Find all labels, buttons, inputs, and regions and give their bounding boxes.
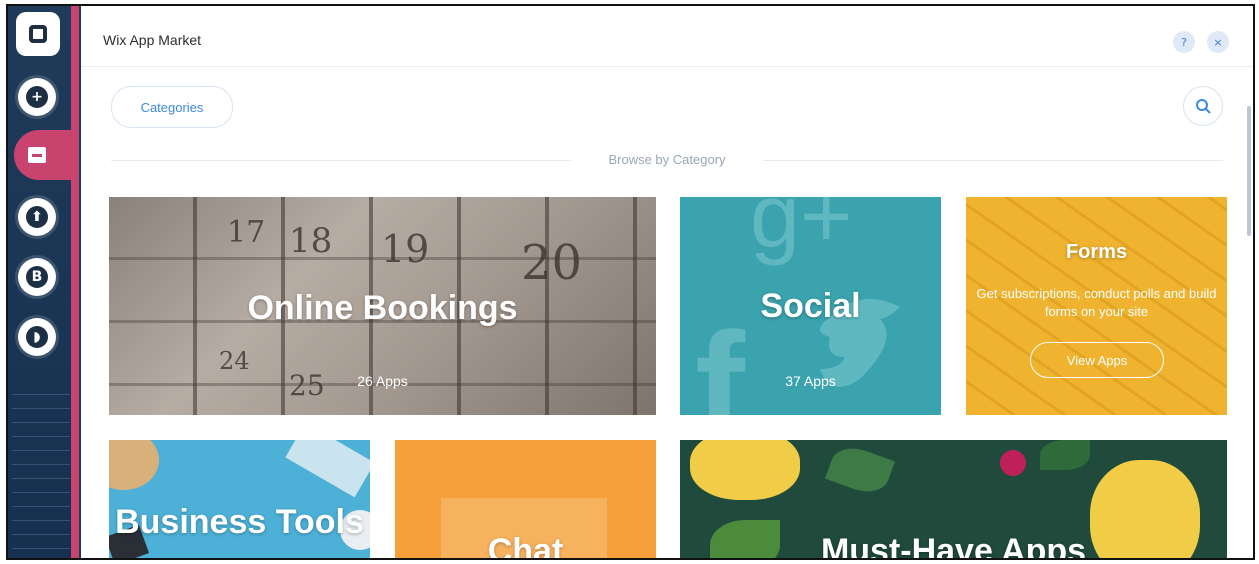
category-title: Chat	[487, 532, 564, 560]
sidebar-item-chat[interactable]: ◗	[18, 318, 56, 356]
category-tile-social[interactable]: g+ f Social 37 Apps	[680, 197, 941, 415]
calendar-number: 17	[227, 215, 266, 250]
app-market-panel: Wix App Market ? × Categories Browse by …	[81, 6, 1253, 558]
chat-icon: ◗	[26, 326, 48, 348]
app-market-icon	[28, 147, 46, 163]
blog-icon: B	[26, 266, 48, 288]
category-title: Business Tools	[115, 503, 364, 541]
close-button[interactable]: ×	[1207, 31, 1229, 53]
category-tile-chat[interactable]: Chat	[395, 440, 656, 560]
help-button[interactable]: ?	[1173, 31, 1195, 53]
browse-heading: Browse by Category	[608, 152, 726, 167]
categories-button[interactable]: Categories	[111, 86, 233, 128]
close-icon: ×	[1213, 35, 1223, 49]
sidebar-item-app-market[interactable]	[14, 130, 76, 180]
add-icon: +	[26, 86, 48, 108]
pages-icon	[29, 25, 47, 43]
background-code	[12, 386, 70, 556]
calendar-number: 18	[289, 221, 333, 261]
category-tile-forms[interactable]: Forms Get subscriptions, conduct polls a…	[966, 197, 1227, 415]
category-title: Online Bookings	[247, 289, 518, 327]
help-icon: ?	[1181, 35, 1187, 49]
category-app-count: 37 Apps	[785, 373, 836, 389]
sidebar-accent-strip	[71, 6, 79, 558]
panel-title: Wix App Market	[103, 32, 202, 48]
svg-text:g+: g+	[750, 197, 853, 267]
category-description: Get subscriptions, conduct polls and bui…	[976, 286, 1217, 319]
browse-by-category-divider: Browse by Category	[111, 152, 1223, 168]
search-icon	[1196, 99, 1211, 114]
sidebar-item-blog[interactable]: B	[18, 258, 56, 296]
category-tile-must-have-apps[interactable]: Must-Have Apps	[680, 440, 1227, 560]
editor-frame: + ⬆ B ◗ Wix App Market ? × Categories Br…	[6, 4, 1255, 560]
calendar-number: 20	[521, 235, 583, 291]
category-tile-business-tools[interactable]: Business Tools	[109, 440, 370, 558]
view-apps-button[interactable]: View Apps	[1030, 342, 1164, 378]
sidebar-item-upload[interactable]: ⬆	[18, 198, 56, 236]
sidebar-item-pages[interactable]	[16, 12, 60, 56]
category-title: Forms	[1065, 241, 1128, 263]
category-title: Must-Have Apps	[820, 532, 1087, 560]
panel-header: Wix App Market ? ×	[81, 6, 1253, 67]
category-app-count: 26 Apps	[357, 373, 408, 389]
search-button[interactable]	[1183, 86, 1223, 126]
upload-icon: ⬆	[26, 206, 48, 228]
scrollbar[interactable]	[1247, 106, 1251, 236]
category-tile-online-bookings[interactable]: 17 18 19 20 24 25 Online Bookings 26 App…	[109, 197, 656, 415]
category-title: Social	[760, 287, 861, 325]
sidebar-item-add[interactable]: +	[18, 78, 56, 116]
calendar-number: 24	[219, 347, 250, 375]
calendar-number: 19	[381, 227, 430, 271]
